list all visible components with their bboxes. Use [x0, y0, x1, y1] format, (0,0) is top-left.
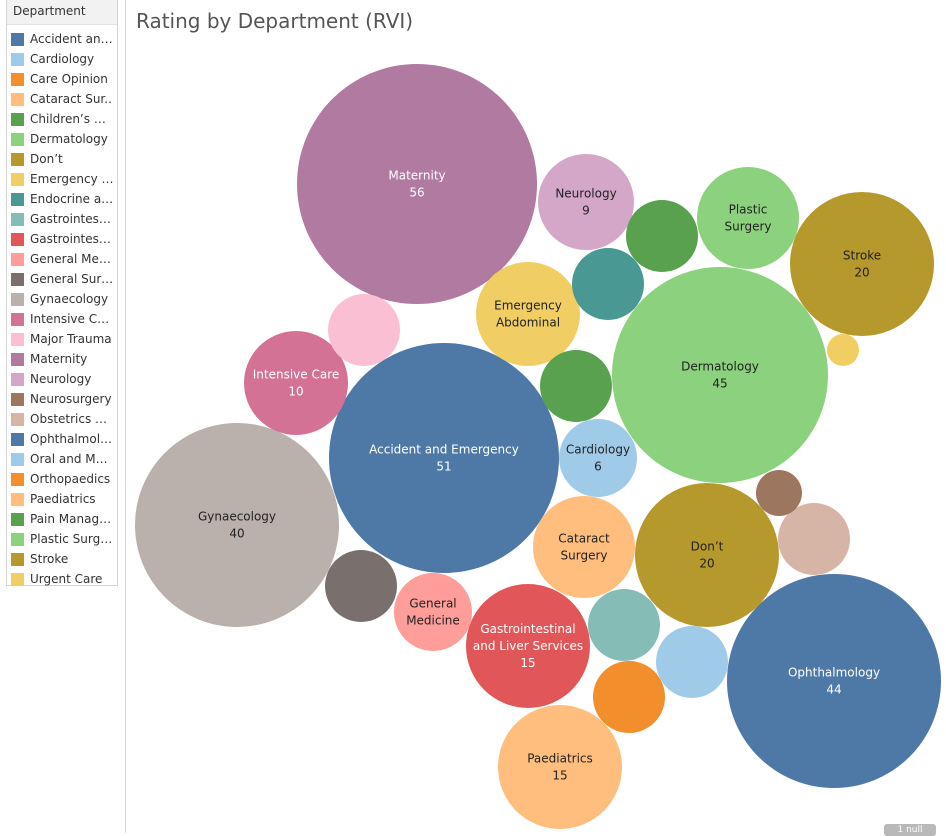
bubble-value: 15	[552, 769, 567, 783]
bubble-label: Don’t	[691, 540, 724, 554]
bubble-circle[interactable]	[329, 343, 559, 573]
bubble-circle[interactable]	[572, 248, 644, 320]
bubble-value: 51	[436, 460, 451, 474]
bubble-circle[interactable]	[540, 350, 612, 422]
bubble-circle[interactable]	[533, 496, 635, 598]
bubble[interactable]: Paediatrics 15	[498, 705, 622, 829]
bubble-value: 56	[409, 186, 424, 200]
bubble-circle[interactable]	[476, 262, 580, 366]
bubble-circle[interactable]	[593, 661, 665, 733]
bubble-value: 20	[854, 266, 869, 280]
bubble[interactable]: Emergency Abdominal	[476, 262, 580, 366]
bubble-value: 45	[712, 377, 727, 391]
bubble[interactable]: Ophthalmology 44	[727, 574, 941, 788]
bubble-circle[interactable]	[697, 167, 799, 269]
bubble[interactable]	[325, 550, 397, 622]
bubble[interactable]: Cataract Surgery	[533, 496, 635, 598]
bubble-label: Abdominal	[496, 316, 560, 330]
bubble-label: Intensive Care	[253, 368, 340, 382]
bubble-circle[interactable]	[328, 294, 400, 366]
bubble-label: Gynaecology	[198, 510, 276, 524]
bubble[interactable]	[593, 661, 665, 733]
bubble-label: Maternity	[388, 169, 445, 183]
bubble[interactable]	[656, 626, 728, 698]
bubble-label: Plastic	[729, 203, 768, 217]
bubble-value: 9	[582, 204, 590, 218]
bubble[interactable]: General Medicine	[394, 573, 472, 651]
bubble[interactable]: Accident and Emergency 51	[329, 343, 559, 573]
bubble[interactable]: Plastic Surgery	[697, 167, 799, 269]
bubble[interactable]: Gynaecology 40	[135, 423, 339, 627]
bubble-circle[interactable]	[325, 550, 397, 622]
bubble-label: and Liver Services	[473, 639, 583, 653]
bubble-circle[interactable]	[538, 154, 634, 250]
null-indicator-badge[interactable]: 1 null	[884, 824, 936, 836]
bubble-circle[interactable]	[394, 573, 472, 651]
bubble-label: Dermatology	[681, 360, 759, 374]
bubble-circle[interactable]	[498, 705, 622, 829]
bubble-label: Neurology	[555, 187, 616, 201]
bubble-circle[interactable]	[612, 267, 828, 483]
bubble-value: 20	[699, 557, 714, 571]
bubble[interactable]: Maternity 56	[297, 64, 537, 304]
bubble[interactable]: Neurology 9	[538, 154, 634, 250]
bubble-circle[interactable]	[559, 419, 637, 497]
bubble-label: Gastrointestinal	[480, 622, 575, 636]
bubble-label: Cataract	[558, 532, 610, 546]
bubble-circle[interactable]	[635, 483, 779, 627]
bubble[interactable]: Cardiology 6	[559, 419, 637, 497]
bubble-label: Emergency	[494, 299, 562, 313]
bubble-circle[interactable]	[656, 626, 728, 698]
bubble-label: Cardiology	[566, 443, 630, 457]
bubble[interactable]: Gastrointestinal and Liver Services 15	[466, 584, 590, 708]
bubble[interactable]	[756, 470, 802, 516]
bubble-value: 15	[520, 656, 535, 670]
bubble[interactable]	[572, 248, 644, 320]
bubble-circle[interactable]	[626, 200, 698, 272]
bubble[interactable]	[328, 294, 400, 366]
bubble-circle[interactable]	[135, 423, 339, 627]
bubble-label: Ophthalmology	[788, 666, 880, 680]
bubble-value: 10	[288, 385, 303, 399]
bubble-value: 40	[229, 527, 244, 541]
bubble-circle[interactable]	[756, 470, 802, 516]
bubble-label: Accident and Emergency	[369, 443, 519, 457]
bubble-label: Paediatrics	[527, 752, 593, 766]
bubble-label: Stroke	[843, 249, 881, 263]
bubble-circle[interactable]	[588, 589, 660, 661]
bubble-label: Surgery	[561, 549, 608, 563]
bubble[interactable]	[540, 350, 612, 422]
bubble[interactable]: Stroke 20	[790, 192, 934, 336]
bubble-circle[interactable]	[297, 64, 537, 304]
bubble-circle[interactable]	[727, 574, 941, 788]
bubble-chart: Maternity 56 Accident and Emergency 51 Derma…	[135, 64, 941, 829]
bubble-label: General	[409, 597, 456, 611]
bubble-circle[interactable]	[790, 192, 934, 336]
bubble-value: 6	[594, 460, 602, 474]
bubble[interactable]	[827, 334, 859, 366]
bubble[interactable]: Dermatology 45	[612, 267, 828, 483]
bubble[interactable]: Don’t 20	[635, 483, 779, 627]
bubble[interactable]	[588, 589, 660, 661]
bubble-value: 44	[826, 683, 841, 697]
bubble[interactable]	[626, 200, 698, 272]
bubble-label: Medicine	[406, 614, 460, 628]
bubble-label: Surgery	[725, 220, 772, 234]
bubble-circle[interactable]	[827, 334, 859, 366]
